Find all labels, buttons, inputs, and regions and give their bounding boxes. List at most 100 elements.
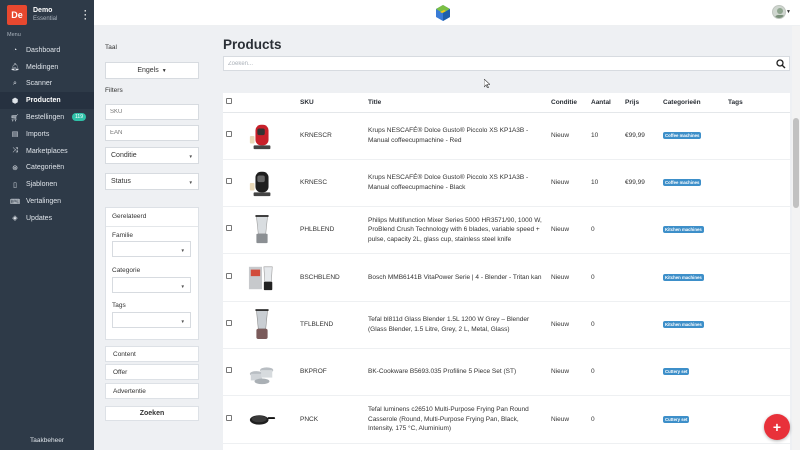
row-select-cell xyxy=(223,159,243,208)
related-title[interactable]: Gerelateerd xyxy=(112,213,146,220)
ean-input[interactable] xyxy=(105,125,199,141)
row-checkbox[interactable] xyxy=(226,178,232,185)
product-image-cell xyxy=(243,253,297,302)
title-cell[interactable]: Tefal luminens c26510 Multi-Purpose Fryi… xyxy=(365,395,548,444)
caret-down-icon: ▼ xyxy=(188,180,193,185)
title-cell[interactable]: Bosch MMB6141B VitaPower Serie | 4 - Ble… xyxy=(365,253,548,302)
title-cell[interactable]: BK-Cookware B5693.035 Profiline 5 Piece … xyxy=(365,348,548,397)
quantity-cell: 0 xyxy=(588,348,622,397)
product-image-cell xyxy=(243,159,297,208)
divider xyxy=(106,226,198,227)
search-icon[interactable] xyxy=(776,59,786,69)
avatar-icon xyxy=(775,8,785,18)
title-header[interactable]: Title xyxy=(365,93,548,113)
title-cell[interactable]: Philips Multifunction Mixer Series 5000 … xyxy=(365,206,548,255)
sku-header[interactable]: SKU xyxy=(297,93,365,113)
table-row[interactable]: PHLBLEND Philips Multifunction Mixer Seri… xyxy=(223,206,790,255)
table-row[interactable]: PNCK Tefal luminens c26510 Multi-Purpose … xyxy=(223,395,790,444)
shuffle-icon: ⤨ xyxy=(12,147,18,155)
condition-header[interactable]: Conditie xyxy=(548,93,588,113)
user-avatar[interactable] xyxy=(772,5,786,19)
row-checkbox[interactable] xyxy=(226,272,232,279)
status-select[interactable]: Status ▼ xyxy=(105,173,199,190)
row-checkbox[interactable] xyxy=(226,130,232,137)
table-row[interactable]: TFLBLEND Tefal bl811d Glass Blender 1.5L … xyxy=(223,301,790,349)
categories-header[interactable]: Categorieën xyxy=(660,93,725,113)
sidebar-item-updates[interactable]: ◈ Updates xyxy=(0,210,94,227)
product-thumbnail[interactable] xyxy=(248,354,276,390)
product-thumbnail[interactable] xyxy=(248,401,276,437)
brand-plan: Essential xyxy=(33,16,58,22)
chevron-down-icon[interactable]: ▼ xyxy=(786,9,791,15)
category-cell: Coffee machines xyxy=(660,112,725,160)
tags-cell xyxy=(725,159,790,208)
row-checkbox[interactable] xyxy=(226,320,232,327)
sidebar-item-label: Producten xyxy=(26,97,61,105)
quantity-cell: 0 xyxy=(588,253,622,302)
sidebar-item-imports[interactable]: ▤ Imports xyxy=(0,126,94,143)
price-header[interactable]: Prijs xyxy=(622,93,660,113)
product-thumbnail[interactable] xyxy=(248,212,276,248)
quantity-cell: 0 xyxy=(588,395,622,444)
quantity-cell: 10 xyxy=(588,159,622,208)
quantity-header[interactable]: Aantal xyxy=(588,93,622,113)
content-section[interactable]: Content xyxy=(105,346,199,362)
image-header xyxy=(243,93,297,113)
sidebar-item-categorie-n[interactable]: ⊛ Categorieën xyxy=(0,160,94,177)
category-cell: Cuttery set xyxy=(660,348,725,397)
brand[interactable]: De Demo Essential · · · xyxy=(0,0,94,30)
category-cell: Cuttery set xyxy=(660,395,725,444)
mouse-cursor-icon xyxy=(484,79,490,88)
table-row[interactable]: KRNESCR Krups NESCAFÉ® Dolce Gusto® Picco… xyxy=(223,112,790,160)
page-scrollbar[interactable] xyxy=(792,26,800,450)
price-cell: €99,99 xyxy=(622,112,660,160)
category-select[interactable]: ▼ xyxy=(112,277,191,293)
scrollbar-thumb[interactable] xyxy=(793,118,799,208)
sidebar-item-marketplaces[interactable]: ⤨ Marketplaces xyxy=(0,143,94,160)
product-thumbnail[interactable] xyxy=(248,118,276,154)
app-logo-icon[interactable] xyxy=(436,5,450,21)
sidebar-item-sjablonen[interactable]: ▯ Sjablonen xyxy=(0,176,94,193)
language-label: Taal xyxy=(105,44,117,51)
table-row[interactable]: BSCHBLEND Bosch MMB6141B VitaPower Serie … xyxy=(223,253,790,302)
product-thumbnail[interactable] xyxy=(248,165,276,201)
tags-header[interactable]: Tags xyxy=(725,93,790,113)
sidebar-item-vertalingen[interactable]: ⌨ Vertalingen xyxy=(0,193,94,210)
condition-select-label: Conditie xyxy=(111,152,137,159)
tags-select[interactable]: ▼ xyxy=(112,312,191,328)
sidebar-item-scanner[interactable]: ⌕ Scanner xyxy=(0,76,94,93)
sidebar-item-label: Vertalingen xyxy=(26,198,62,206)
sidebar-item-bestellingen[interactable]: 🛒︎ Bestellingen 119 xyxy=(0,109,94,126)
title-cell[interactable]: Krups NESCAFÉ® Dolce Gusto® Piccolo XS K… xyxy=(365,159,548,208)
title-cell[interactable]: Krups NESCAFÉ® Dolce Gusto® Piccolo XS K… xyxy=(365,112,548,160)
sku-input[interactable] xyxy=(105,104,199,120)
family-select[interactable]: ▼ xyxy=(112,241,191,257)
select-all-checkbox[interactable] xyxy=(226,98,232,105)
search-button[interactable]: Zoeken xyxy=(105,406,199,421)
sidebar-item-producten[interactable]: ⬢ Producten xyxy=(0,92,94,110)
product-image-cell xyxy=(243,301,297,349)
product-image-cell xyxy=(243,112,297,160)
sku-cell: PHLBLEND xyxy=(297,206,365,255)
title-cell[interactable]: Tefal bl811d Glass Blender 1.5L 1200 W G… xyxy=(365,301,548,349)
table-row[interactable]: KRNESC Krups NESCAFÉ® Dolce Gusto® Piccol… xyxy=(223,159,790,208)
offer-section[interactable]: Offer xyxy=(105,364,199,380)
more-options-icon[interactable]: · · · xyxy=(84,7,87,24)
add-product-button[interactable]: + xyxy=(764,414,790,440)
condition-select[interactable]: Conditie ▼ xyxy=(105,147,199,164)
search-input[interactable] xyxy=(224,57,769,70)
product-thumbnail[interactable] xyxy=(248,260,276,296)
condition-cell: Nieuw xyxy=(548,253,588,302)
products-table-card: SKU Title Conditie Aantal Prijs Categori… xyxy=(223,93,790,450)
sidebar-item-dashboard[interactable]: ◔ Dashboard xyxy=(0,42,94,59)
task-manager-link[interactable]: Taakbeheer xyxy=(0,437,94,444)
menu-label: Menu xyxy=(7,32,21,38)
advertisement-section[interactable]: Advertentie xyxy=(105,383,199,399)
sidebar-item-meldingen[interactable]: 🔔︎ Meldingen xyxy=(0,59,94,76)
language-select[interactable]: Engels ▼ xyxy=(105,62,199,79)
row-checkbox[interactable] xyxy=(226,414,232,421)
row-checkbox[interactable] xyxy=(226,225,232,232)
table-row[interactable]: BKPROF BK-Cookware B5693.035 Profiline 5 … xyxy=(223,348,790,397)
product-thumbnail[interactable] xyxy=(248,307,276,343)
row-checkbox[interactable] xyxy=(226,367,232,374)
